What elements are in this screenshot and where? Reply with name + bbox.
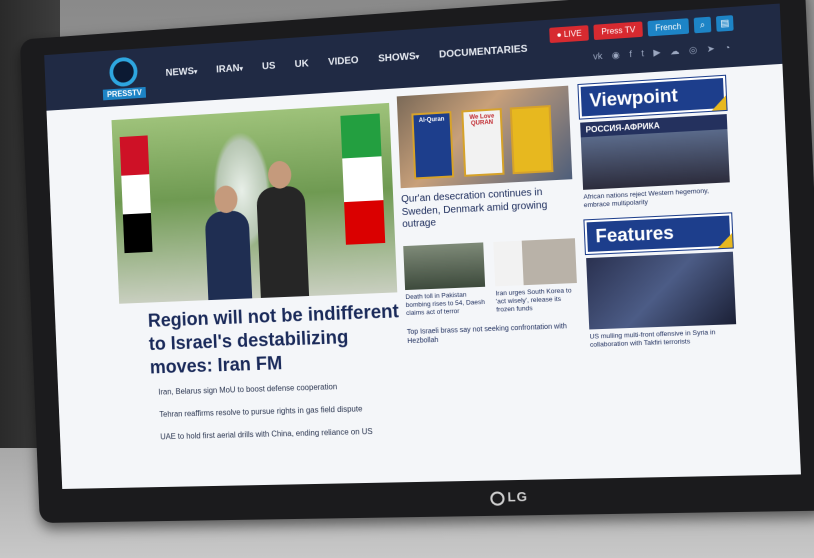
badge-corner <box>711 95 727 111</box>
nav-label: NEWS <box>165 66 195 79</box>
menu-icon[interactable]: ▤ <box>715 15 734 32</box>
live-button[interactable]: ● LIVE <box>549 25 590 44</box>
nav-item-uk[interactable]: UK <box>294 58 308 70</box>
person-left <box>204 185 253 301</box>
protest-poster: Al-Quran <box>411 111 455 180</box>
telegram-icon[interactable]: ➤ <box>707 43 716 55</box>
nav-item-shows[interactable]: SHOWS▾ <box>378 51 420 65</box>
monitor: PRESSTV NEWS▾ IRAN▾ US UK VIDEO SHOWS▾ D… <box>0 0 814 558</box>
hero-headline[interactable]: Region will not be indifferent to Israel… <box>147 300 420 380</box>
syria-flag-icon <box>119 135 153 253</box>
person-right <box>256 160 310 298</box>
viewpoint-image[interactable]: РОССИЯ-АФРИКА <box>580 114 730 190</box>
lg-logo-icon <box>490 491 505 506</box>
caret-down-icon: ▾ <box>415 53 420 62</box>
hero-image[interactable] <box>111 102 398 304</box>
presstv-app-button[interactable]: Press TV <box>593 21 644 41</box>
nav-item-news[interactable]: NEWS▾ <box>165 66 197 79</box>
related-link[interactable]: UAE to hold first aerial drills with Chi… <box>160 426 421 441</box>
presstv-logo[interactable]: PRESSTV <box>101 56 147 101</box>
protest-poster <box>509 105 554 175</box>
logo-ring-icon <box>108 56 139 88</box>
soundcloud-icon[interactable]: ☁ <box>670 46 680 58</box>
story-thumbnail <box>493 237 577 286</box>
main-content: Region will not be indifferent to Israel… <box>46 63 801 489</box>
viewpoint-caption[interactable]: African nations reject Western hegemony,… <box>583 186 730 210</box>
story-headline[interactable]: Top Israeli brass say not seeking confro… <box>407 322 575 346</box>
related-links: Iran, Belarus sign MoU to boost defense … <box>158 380 422 455</box>
nav-item-us[interactable]: US <box>262 61 276 73</box>
twitter-icon[interactable]: t <box>641 48 644 59</box>
story-caption: Iran urges South Korea to 'act wisely', … <box>495 286 572 314</box>
social-links: vk ◉ f t ▶ ☁ ◎ ➤ ◔ <box>593 42 731 62</box>
quran-story-image[interactable]: Al-Quran We Love QURAN <box>396 85 573 189</box>
brand-text: LG <box>507 489 529 505</box>
caret-down-icon: ▾ <box>239 65 244 73</box>
nav-label: SHOWS <box>378 51 416 65</box>
story-thumbnail <box>403 241 486 290</box>
viewpoint-image-text: РОССИЯ-АФРИКА <box>585 121 661 135</box>
protest-poster: We Love QURAN <box>461 108 505 177</box>
story-card[interactable]: Death toll in Pakistan bombing rises to … <box>403 241 486 318</box>
instagram-icon[interactable]: ◎ <box>689 44 698 56</box>
monitor-bezel: PRESSTV NEWS▾ IRAN▾ US UK VIDEO SHOWS▾ D… <box>19 0 814 524</box>
right-column: Viewpoint РОССИЯ-АФРИКА African nations … <box>578 75 737 351</box>
monitor-brand-logo: LG <box>490 489 529 506</box>
badge-label: Viewpoint <box>589 84 679 111</box>
related-link[interactable]: Iran, Belarus sign MoU to boost defense … <box>158 380 419 396</box>
story-card[interactable]: Iran urges South Korea to 'act wisely', … <box>493 237 578 315</box>
story-caption: Death toll in Pakistan bombing rises to … <box>405 291 486 317</box>
nav-label: IRAN <box>215 63 240 76</box>
odnoklassniki-icon[interactable]: ◉ <box>611 50 620 62</box>
language-button[interactable]: French <box>647 18 690 37</box>
related-link[interactable]: Tehran reaffirms resolve to pursue right… <box>159 403 420 419</box>
features-caption[interactable]: US mulling multi-front offensive in Syri… <box>589 329 737 351</box>
story-headline[interactable]: Qur'an desecration continues in Sweden, … <box>401 185 574 231</box>
caret-down-icon: ▾ <box>193 68 198 76</box>
rss-icon[interactable]: ◔ <box>724 42 730 54</box>
monitor-screen: PRESSTV NEWS▾ IRAN▾ US UK VIDEO SHOWS▾ D… <box>44 3 801 489</box>
iran-flag-icon <box>340 113 386 245</box>
badge-label: Features <box>595 222 675 247</box>
facebook-icon[interactable]: f <box>629 49 632 60</box>
main-nav: NEWS▾ IRAN▾ US UK VIDEO SHOWS▾ DOCUMENTA… <box>165 44 527 79</box>
viewpoint-badge[interactable]: Viewpoint <box>578 75 727 119</box>
features-image[interactable] <box>586 251 737 330</box>
nav-item-documentaries[interactable]: DOCUMENTARIES <box>439 44 528 61</box>
nav-item-iran[interactable]: IRAN▾ <box>215 63 244 76</box>
nav-item-video[interactable]: VIDEO <box>328 55 359 68</box>
vk-icon[interactable]: vk <box>593 51 603 63</box>
youtube-icon[interactable]: ▶ <box>653 47 661 59</box>
middle-column: Al-Quran We Love QURAN Qur'an desecratio… <box>396 85 580 346</box>
features-badge[interactable]: Features <box>584 213 733 255</box>
badge-corner <box>717 233 733 249</box>
logo-wordmark: PRESSTV <box>102 86 147 101</box>
header-actions: ● LIVE Press TV French ⌕ ▤ <box>549 15 734 44</box>
person-head <box>267 160 292 190</box>
search-icon[interactable]: ⌕ <box>693 16 712 34</box>
story-thumbnails: Death toll in Pakistan bombing rises to … <box>403 237 578 318</box>
